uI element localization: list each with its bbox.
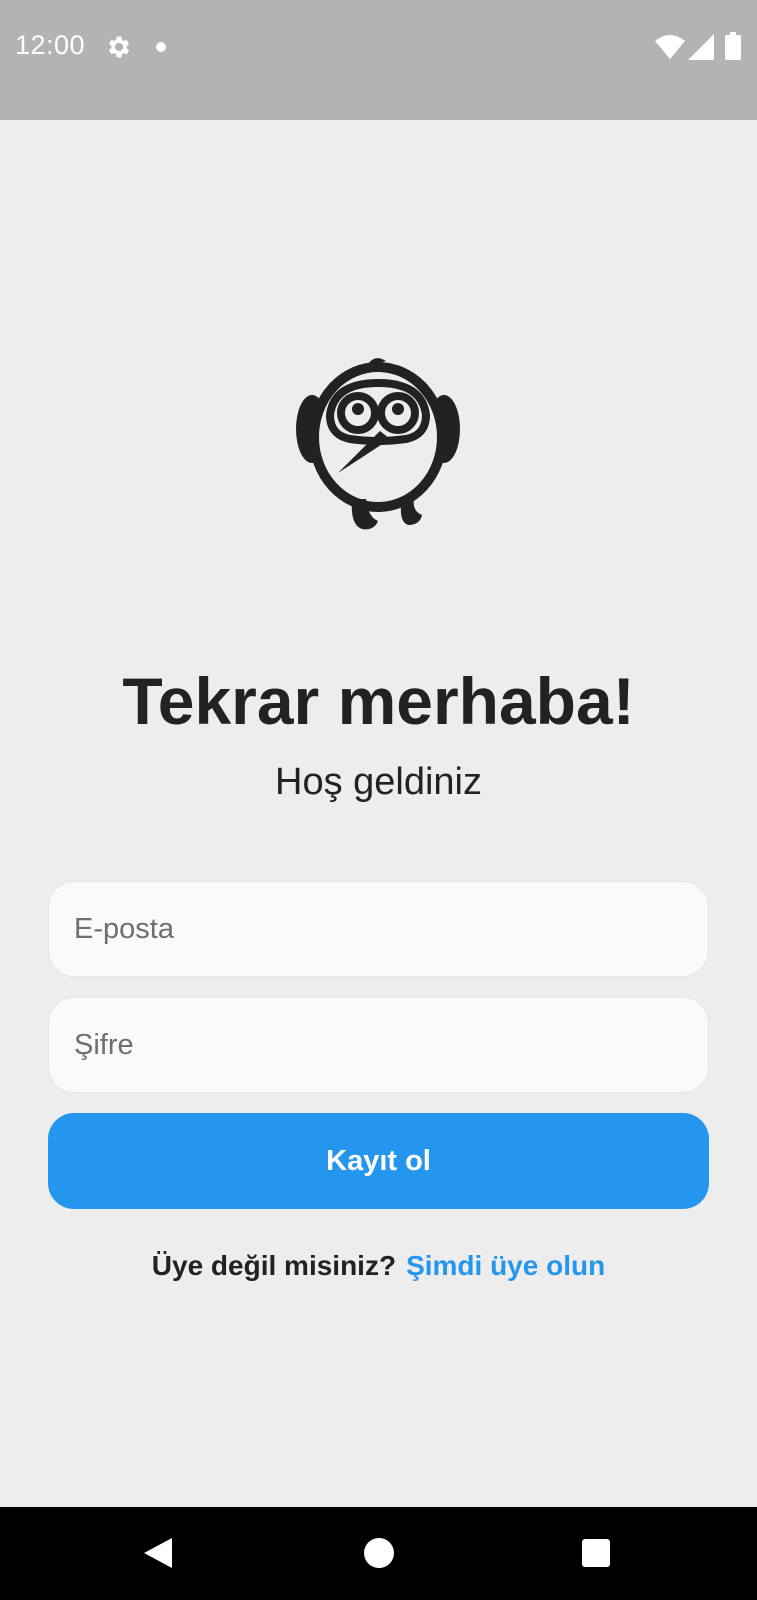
signup-prompt: Üye değil misiniz?	[151, 1250, 397, 1281]
password-input[interactable]	[48, 997, 709, 1093]
email-input[interactable]	[48, 881, 709, 977]
wifi-icon	[655, 35, 685, 59]
status-bar: 12:00	[0, 0, 757, 120]
back-icon[interactable]	[142, 1537, 174, 1569]
signup-link[interactable]: Şimdi üye olun	[406, 1250, 605, 1281]
page-title: Tekrar merhaba!	[122, 664, 635, 738]
notification-dot-icon	[156, 42, 166, 52]
signal-icon	[688, 34, 714, 60]
status-time: 12:00	[15, 30, 86, 60]
gear-icon	[109, 36, 130, 58]
signup-row: Üye değil misiniz? Şimdi üye olun	[0, 1246, 757, 1286]
page-subtitle: Hoş geldiniz	[275, 761, 482, 803]
home-icon[interactable]	[364, 1538, 394, 1568]
recents-icon[interactable]	[582, 1539, 610, 1567]
submit-button[interactable]: Kayıt ol	[48, 1113, 709, 1209]
battery-icon	[725, 32, 741, 60]
bird-logo-icon	[296, 358, 460, 530]
